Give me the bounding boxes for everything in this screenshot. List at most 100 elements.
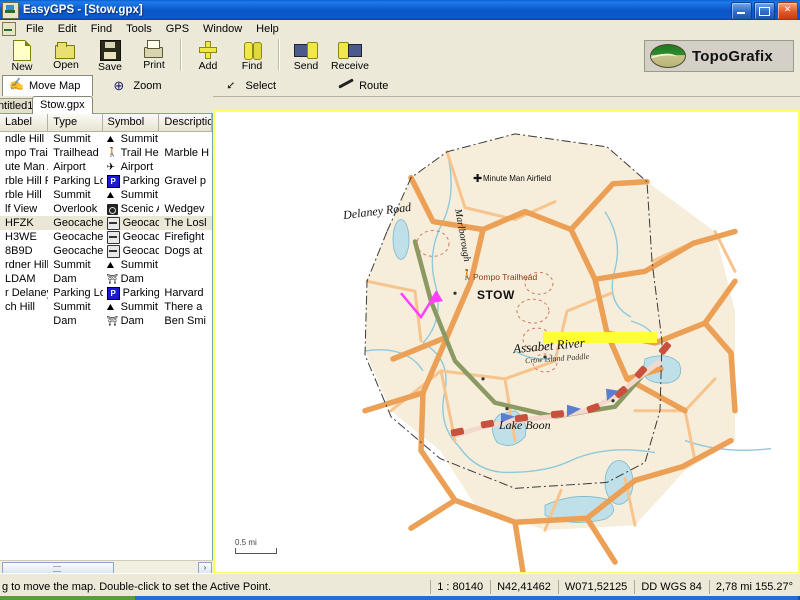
- status-cells: 1 : 80140 N42,41462 W071,52125 DD WGS 84…: [430, 580, 800, 594]
- cell-symbol: Airport: [103, 161, 160, 173]
- table-row[interactable]: H3WE Geocache Geocache Firefight: [0, 230, 212, 244]
- column-header-description[interactable]: Description: [159, 114, 212, 131]
- topografix-logo-text: TopoGrafix: [692, 47, 773, 65]
- minimize-button[interactable]: [731, 2, 752, 20]
- window-title: EasyGPS - [Stow.gpx]: [23, 4, 143, 16]
- tool-move-map[interactable]: Move Map: [2, 75, 94, 97]
- close-button[interactable]: [777, 2, 798, 20]
- cell-symbol-label: Parking Area: [122, 287, 160, 299]
- cell-type: Summit: [53, 301, 91, 313]
- menu-tools[interactable]: Tools: [119, 22, 159, 36]
- tab-stow-gpx[interactable]: Stow.gpx: [32, 96, 93, 114]
- table-row[interactable]: rdner Hill Summit Summit: [0, 258, 212, 272]
- table-row[interactable]: ch Hill Summit Summit There a: [0, 300, 212, 314]
- cell-type: Summit: [53, 189, 91, 201]
- cell-symbol: Summit: [103, 133, 160, 145]
- table-row[interactable]: HFZK Geocache Geocache The Losl: [0, 216, 212, 230]
- maximize-button[interactable]: [754, 2, 775, 20]
- tool-zoom[interactable]: Zoom: [107, 77, 173, 96]
- column-header-label[interactable]: Label: [0, 114, 49, 131]
- menu-file[interactable]: File: [19, 22, 51, 36]
- cell-type: Airport: [53, 161, 86, 173]
- menu-edit[interactable]: Edit: [51, 22, 84, 36]
- cell-type: Summit: [53, 259, 91, 271]
- column-header-symbol[interactable]: Symbol: [102, 114, 160, 131]
- summit-icon: [107, 134, 118, 145]
- topografix-logo[interactable]: TopoGrafix: [644, 40, 794, 72]
- tool-route[interactable]: Route: [332, 77, 400, 96]
- menu-help[interactable]: Help: [249, 22, 286, 36]
- cell-description: Gravel p: [164, 175, 206, 187]
- cell-description: Harvard: [164, 287, 204, 299]
- list-horizontal-scrollbar[interactable]: ›: [0, 560, 213, 575]
- map-frame: Minute Man Airfield ✚ Delaney Road Marlb…: [213, 110, 800, 574]
- send-button[interactable]: Send: [284, 37, 328, 75]
- cell-label: ch Hill: [5, 301, 35, 313]
- map-canvas[interactable]: Minute Man Airfield ✚ Delaney Road Marlb…: [215, 112, 798, 572]
- save-button-label: Save: [98, 61, 122, 73]
- print-button[interactable]: Print: [132, 37, 176, 75]
- airport-icon: [107, 162, 118, 173]
- easygps-window: EasyGPS - [Stow.gpx] File Edit Find Tool…: [0, 0, 800, 600]
- trailhead-marker-icon: 🚶: [461, 270, 474, 281]
- cell-symbol-label: Parking Area: [122, 175, 160, 187]
- table-row[interactable]: rble Hill Summit Summit: [0, 188, 212, 202]
- table-row[interactable]: rble Hill Pa...Parking LotPParking AreaG…: [0, 174, 212, 188]
- open-button-label: Open: [53, 59, 79, 71]
- airport-marker-icon: ✚: [473, 173, 483, 185]
- tool-select[interactable]: Select: [219, 77, 288, 96]
- map-label-pompo-trailhead: Pompo Trailhead: [473, 272, 538, 282]
- geocache-icon: [106, 244, 120, 258]
- menu-window[interactable]: Window: [196, 22, 249, 36]
- table-row[interactable]: ute Man A... Airport Airport: [0, 160, 212, 174]
- find-button[interactable]: Find: [230, 37, 274, 75]
- waypoint-list-panel: Untitled1 Stow.gpx Label Type Symbol Des…: [0, 96, 213, 575]
- cell-label: rble Hill Pa...: [5, 175, 48, 187]
- table-row[interactable]: LDAM Dam Dam: [0, 272, 212, 286]
- dam-icon: [107, 274, 118, 285]
- dam-icon: [107, 316, 118, 327]
- window-controls: [731, 2, 798, 20]
- file-tab-strip: Untitled1 Stow.gpx: [0, 96, 213, 114]
- tool-select-label: Select: [245, 80, 277, 92]
- cell-description: Firefight: [164, 231, 205, 243]
- cell-symbol-label: Trail Head: [120, 147, 160, 159]
- open-button[interactable]: Open: [44, 37, 88, 75]
- column-header-type[interactable]: Type: [48, 114, 103, 131]
- table-row[interactable]: lf View Overlook Scenic Area Wedgev: [0, 202, 212, 216]
- map-scale-rule: [235, 548, 277, 554]
- cell-symbol-label: Scenic Area: [120, 203, 160, 215]
- table-row[interactable]: mpo Trailh... Trailhead Trail Head Marble H: [0, 146, 212, 160]
- cell-description: Marble H: [164, 147, 210, 159]
- status-distance: 2,78 mi 155.27°: [708, 580, 799, 594]
- main-toolbar: New Open Save Print Add Find Send Receiv…: [0, 37, 800, 76]
- add-button[interactable]: Add: [186, 37, 230, 75]
- cell-symbol: Summit: [103, 301, 160, 313]
- map-label-stow: STOW: [477, 288, 515, 302]
- cell-label: ndle Hill: [5, 133, 45, 145]
- cell-label: 8B9D: [5, 245, 33, 257]
- table-row[interactable]: 8B9D Geocache Geocache Dogs at: [0, 244, 212, 258]
- table-row[interactable]: Dam Dam Ben Smi: [0, 314, 212, 328]
- new-button[interactable]: New: [0, 37, 44, 75]
- menu-gps[interactable]: GPS: [159, 22, 196, 36]
- table-row[interactable]: r DelaneyParking LotPParking AreaHarvard: [0, 286, 212, 300]
- toolbar-group-file: New Open Save Print: [0, 37, 176, 75]
- cell-symbol-label: Dam: [120, 273, 144, 285]
- hand-icon: [9, 77, 24, 93]
- table-row[interactable]: ndle Hill Summit Summit: [0, 132, 212, 146]
- receive-button[interactable]: Receive: [328, 37, 372, 75]
- cell-type: Geocache: [53, 231, 103, 243]
- menu-find[interactable]: Find: [84, 22, 119, 36]
- floppy-disk-icon: [99, 40, 121, 61]
- parking-icon: P: [106, 286, 120, 300]
- trailhead-icon: [107, 147, 118, 159]
- save-button[interactable]: Save: [88, 37, 132, 75]
- waypoint-list[interactable]: Label Type Symbol Description ndle Hill S…: [0, 113, 213, 561]
- cell-type: Geocache: [53, 217, 103, 229]
- cell-symbol-label: Dam: [120, 315, 144, 327]
- system-menu-icon[interactable]: [2, 1, 19, 19]
- cell-symbol: Trail Head: [103, 147, 160, 159]
- send-button-label: Send: [293, 60, 319, 72]
- status-datum: DD WGS 84: [634, 580, 708, 594]
